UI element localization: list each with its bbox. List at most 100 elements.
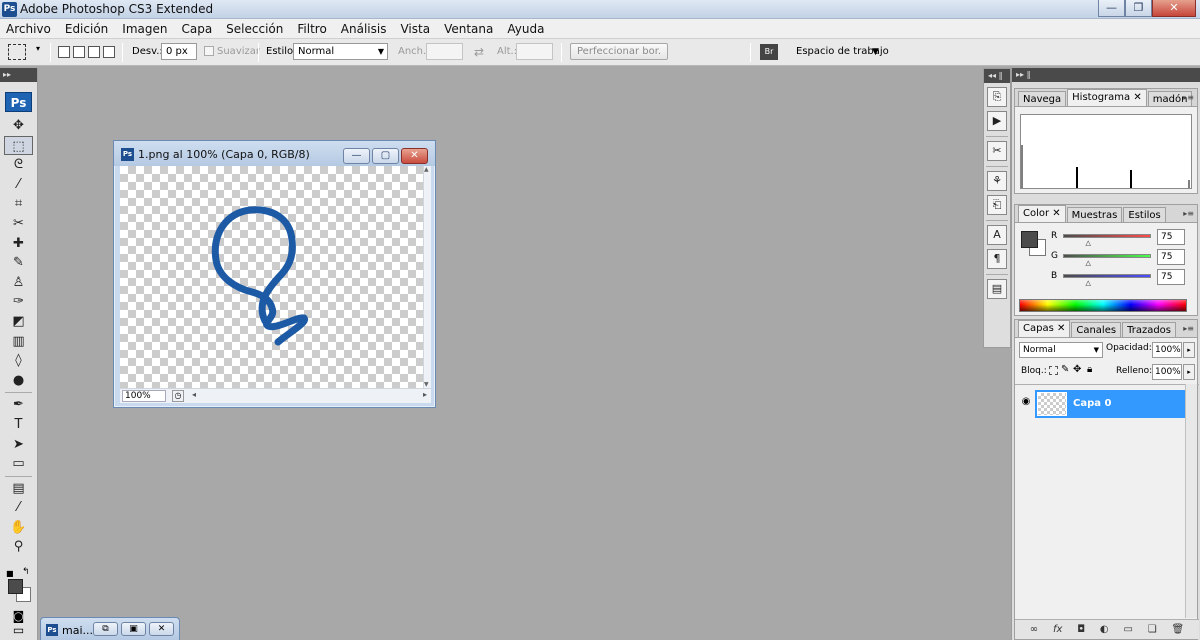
document-titlebar[interactable]: Ps 1.png al 100% (Capa 0, RGB/8) — ▢ ✕ [114, 141, 435, 166]
history-panel-icon[interactable]: ⎘ [987, 87, 1007, 107]
antialias-checkbox[interactable] [204, 46, 214, 56]
blend-mode-select[interactable]: Normal ▼ [1019, 342, 1103, 358]
lock-position-icon[interactable]: ✥ [1073, 364, 1081, 375]
zoom-field[interactable]: 100% [122, 390, 166, 402]
tool-presets-icon[interactable]: ✂ [987, 141, 1007, 161]
layer-mask-icon[interactable]: ◘ [1077, 624, 1085, 635]
lock-all-icon[interactable]: 🔒︎ [1087, 364, 1092, 375]
lock-transparency-icon[interactable] [1049, 366, 1058, 375]
delete-layer-icon[interactable]: 🗑︎ [1171, 624, 1184, 635]
clone-stamp-tool-icon[interactable]: ♙ [4, 273, 33, 293]
scroll-left-icon[interactable]: ◂ [192, 390, 196, 399]
menu-edicion[interactable]: Edición [65, 22, 108, 36]
preset-dropdown-icon[interactable]: ▾ [36, 44, 40, 53]
slider-thumb-icon[interactable]: △ [1086, 259, 1091, 267]
layer-row-capa-0[interactable]: Capa 0 [1035, 390, 1185, 418]
layer-name[interactable]: Capa 0 [1073, 398, 1111, 409]
tab-histograma[interactable]: Histograma ✕ [1067, 89, 1147, 106]
hand-tool-icon[interactable]: ✋ [4, 518, 33, 538]
channel-value-input[interactable]: 75 [1157, 269, 1185, 285]
blur-tool-icon[interactable]: ◊ [4, 351, 33, 371]
layers-scrollbar[interactable] [1185, 384, 1197, 618]
tab-estilos[interactable]: Estilos [1123, 207, 1166, 222]
panel-menu-icon[interactable]: ▸≡ [1183, 324, 1194, 333]
paragraph-panel-icon[interactable]: ¶ [987, 249, 1007, 269]
tab-trazados[interactable]: Trazados [1122, 322, 1177, 337]
new-group-icon[interactable]: ▭ [1123, 624, 1132, 635]
layer-style-icon[interactable]: fx [1053, 624, 1062, 635]
swap-dimensions-icon[interactable]: ⇄ [474, 43, 484, 61]
notes-tool-icon[interactable]: ▤ [4, 479, 33, 499]
document-canvas[interactable] [120, 166, 423, 388]
minimized-close-button[interactable]: ✕ [149, 622, 174, 636]
channel-track[interactable] [1063, 234, 1151, 238]
color-foreground-swatch[interactable] [1021, 231, 1038, 248]
close-button[interactable]: ✕ [1152, 0, 1196, 17]
crop-tool-icon[interactable]: ⌗ [4, 194, 33, 214]
refine-edge-button[interactable]: Perfeccionar bor. [570, 43, 669, 60]
intersect-selection-icon[interactable] [103, 46, 115, 58]
path-selection-tool-icon[interactable]: ➤ [4, 435, 33, 455]
document-close-button[interactable]: ✕ [401, 148, 428, 164]
lasso-tool-icon[interactable]: ᘓ [4, 155, 33, 175]
healing-brush-tool-icon[interactable]: ✚ [4, 234, 33, 254]
brush-tool-icon[interactable]: ✎ [4, 253, 33, 273]
zoom-tool-icon[interactable]: ⚲ [4, 537, 33, 557]
dodge-tool-icon[interactable]: ● [4, 371, 33, 391]
channel-value-input[interactable]: 75 [1157, 229, 1185, 245]
height-input[interactable] [516, 43, 553, 60]
style-select[interactable]: Normal ▼ [293, 43, 388, 60]
layer-visibility-eye-icon[interactable]: ◉ [1019, 388, 1033, 416]
marquee-preset-icon[interactable] [8, 44, 26, 60]
history-brush-tool-icon[interactable]: ✑ [4, 292, 33, 312]
quick-mask-icon[interactable]: ◙ [0, 609, 37, 623]
ps-logo[interactable]: Ps [5, 92, 32, 112]
lock-pixels-icon[interactable]: ✎ [1061, 364, 1069, 375]
menu-ventana[interactable]: Ventana [444, 22, 493, 36]
minimize-button[interactable]: — [1098, 0, 1125, 17]
color-spectrum-bar[interactable] [1019, 299, 1187, 312]
toolbox-grip[interactable]: ▸▸ [0, 68, 37, 82]
status-info-icon[interactable]: ◷ [172, 390, 184, 402]
channel-track[interactable] [1063, 274, 1151, 278]
menu-imagen[interactable]: Imagen [122, 22, 167, 36]
gradient-tool-icon[interactable]: ▥ [4, 332, 33, 352]
menu-ayuda[interactable]: Ayuda [507, 22, 544, 36]
feather-input[interactable]: 0 px [161, 43, 197, 60]
width-input[interactable] [426, 43, 463, 60]
menu-filtro[interactable]: Filtro [297, 22, 326, 36]
tab-canales[interactable]: Canales [1071, 322, 1122, 337]
default-colors-icon[interactable]: ■ [6, 569, 14, 578]
minimized-maximize-button[interactable]: ▣ [121, 622, 146, 636]
layer-comps-icon[interactable]: ▤ [987, 279, 1007, 299]
panel-menu-icon[interactable]: ▸≡ [1183, 209, 1194, 218]
document-window[interactable]: Ps 1.png al 100% (Capa 0, RGB/8) — ▢ ✕ ▲… [113, 140, 436, 408]
swap-colors-icon[interactable]: ↰ [22, 567, 30, 577]
move-tool-icon[interactable]: ✥ [4, 116, 33, 136]
character-panel-icon[interactable]: A [987, 225, 1007, 245]
menu-archivo[interactable]: Archivo [6, 22, 51, 36]
opacity-slider-button[interactable]: ▸ [1183, 342, 1195, 358]
eyedropper-tool-icon[interactable]: ⁄ [4, 498, 33, 518]
slider-thumb-icon[interactable]: △ [1086, 239, 1091, 247]
eraser-tool-icon[interactable]: ◩ [4, 312, 33, 332]
document-maximize-button[interactable]: ▢ [372, 148, 399, 164]
menu-capa[interactable]: Capa [181, 22, 212, 36]
workspace-dropdown-icon[interactable]: ▼ [872, 43, 879, 61]
subtract-selection-icon[interactable] [88, 46, 100, 58]
document-minimize-button[interactable]: — [343, 148, 370, 164]
right-dock-grip[interactable]: ▸▸ ‖ [1012, 68, 1200, 82]
tab-navegador[interactable]: Navega [1018, 91, 1067, 106]
slider-thumb-icon[interactable]: △ [1086, 279, 1091, 287]
fill-input[interactable]: 100% [1152, 364, 1182, 380]
slice-tool-icon[interactable]: ✂ [4, 214, 33, 234]
tab-capas[interactable]: Capas ✕ [1018, 320, 1071, 337]
panel-menu-icon[interactable]: ▸≡ [1183, 93, 1194, 102]
tab-color[interactable]: Color ✕ [1018, 205, 1066, 222]
fill-slider-button[interactable]: ▸ [1183, 364, 1195, 380]
minimized-restore-button[interactable]: ⧉ [93, 622, 118, 636]
new-selection-icon[interactable] [58, 46, 70, 58]
dock-grip[interactable]: ◂◂ ‖ [984, 69, 1010, 83]
vertical-scrollbar[interactable]: ▲ ▼ [423, 166, 431, 388]
menu-analisis[interactable]: Análisis [341, 22, 387, 36]
